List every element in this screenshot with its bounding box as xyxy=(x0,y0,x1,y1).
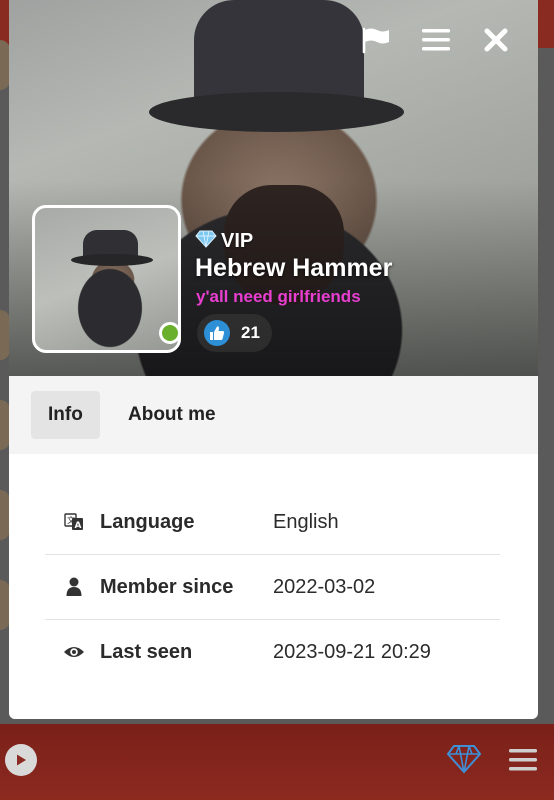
thumbs-up-icon xyxy=(204,320,230,346)
profile-name: Hebrew Hammer xyxy=(195,254,393,282)
vip-label: VIP xyxy=(221,230,254,252)
vip-badge: VIP xyxy=(195,230,253,253)
info-label: Language xyxy=(100,511,195,533)
info-row-language: 文 A Language English xyxy=(45,490,500,555)
like-button[interactable]: 21 xyxy=(197,314,272,352)
profile-tabs: Info About me xyxy=(9,376,538,454)
menu-icon[interactable] xyxy=(509,748,537,777)
info-row-member-since: Member since 2022-03-02 xyxy=(45,555,500,620)
play-icon[interactable] xyxy=(5,744,37,776)
bottom-bar xyxy=(0,724,554,800)
user-icon xyxy=(63,576,85,598)
info-label: Member since xyxy=(100,576,234,598)
like-count: 21 xyxy=(241,323,260,342)
modal-actions xyxy=(360,24,512,56)
language-icon: 文 A xyxy=(63,511,85,533)
profile-modal: VIP Hebrew Hammer y'all need girlfriends… xyxy=(9,0,538,719)
profile-cover-photo: VIP Hebrew Hammer y'all need girlfriends… xyxy=(9,0,538,376)
online-status-indicator xyxy=(159,322,181,344)
close-icon[interactable] xyxy=(480,24,512,56)
info-value: English xyxy=(273,511,339,533)
profile-tagline: y'all need girlfriends xyxy=(196,287,361,306)
info-value: 2023-09-21 20:29 xyxy=(273,641,431,663)
eye-icon xyxy=(63,641,85,663)
flag-icon[interactable] xyxy=(360,24,392,56)
svg-text:A: A xyxy=(75,521,82,531)
tab-about-me[interactable]: About me xyxy=(111,391,233,439)
menu-icon[interactable] xyxy=(420,24,452,56)
info-list: 文 A Language English Member since 2022-0… xyxy=(45,490,500,685)
info-label: Last seen xyxy=(100,641,193,663)
diamond-icon xyxy=(195,230,217,253)
tab-info[interactable]: Info xyxy=(31,391,100,439)
info-value: 2022-03-02 xyxy=(273,576,376,598)
diamond-icon[interactable] xyxy=(446,744,482,779)
info-row-last-seen: Last seen 2023-09-21 20:29 xyxy=(45,620,500,685)
